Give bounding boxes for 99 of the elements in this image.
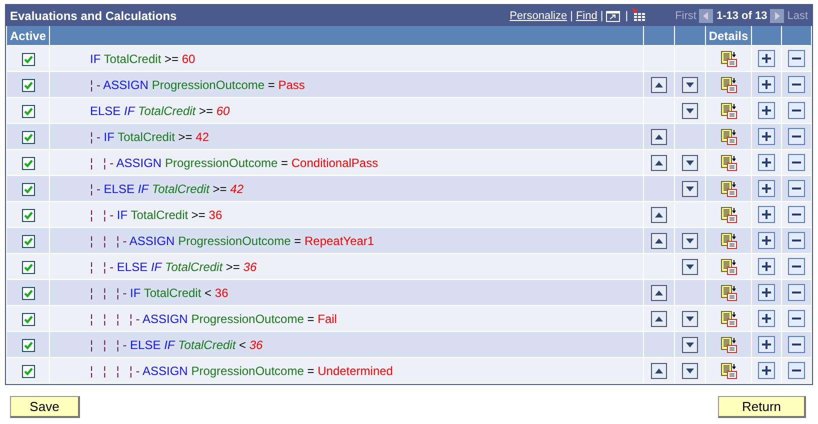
previous-page-icon bbox=[699, 8, 714, 22]
move-up-icon[interactable] bbox=[651, 310, 667, 326]
active-checkbox[interactable] bbox=[22, 52, 34, 66]
rule-expression: ¦ ¦ ¦ - ELSE IF TotalCredit < 36 bbox=[50, 332, 644, 358]
add-row-icon[interactable] bbox=[758, 76, 775, 93]
add-row-icon[interactable] bbox=[758, 180, 775, 197]
first-label: First bbox=[675, 10, 696, 22]
move-up-icon[interactable] bbox=[651, 154, 667, 170]
add-row-icon[interactable] bbox=[758, 232, 775, 249]
rule-expression: ¦ ¦ ¦ ¦ - ASSIGN ProgressionOutcome = Undetermined bbox=[50, 358, 644, 384]
delete-row-icon[interactable] bbox=[788, 310, 805, 327]
separator: | bbox=[570, 10, 573, 22]
rule-expression: ¦ ¦ - ASSIGN ProgressionOutcome = ConditionalPass bbox=[50, 150, 644, 176]
rule-expression: ELSE IF TotalCredit >= 60 bbox=[50, 98, 644, 124]
details-icon[interactable] bbox=[720, 336, 738, 354]
active-checkbox[interactable] bbox=[22, 130, 34, 144]
details-icon[interactable] bbox=[720, 258, 738, 276]
download-grid-icon[interactable] bbox=[631, 8, 648, 24]
move-down-icon[interactable] bbox=[682, 336, 698, 352]
move-down-icon[interactable] bbox=[682, 102, 698, 118]
rule-expression: ¦ ¦ - ELSE IF TotalCredit >= 36 bbox=[50, 254, 644, 280]
add-row-icon[interactable] bbox=[758, 154, 775, 171]
add-row-icon[interactable] bbox=[758, 206, 775, 223]
move-up-icon[interactable] bbox=[651, 76, 667, 92]
rule-expression: ¦ ¦ ¦ - ASSIGN ProgressionOutcome = RepeatYear1 bbox=[50, 228, 644, 254]
add-row-icon[interactable] bbox=[758, 310, 775, 327]
save-button[interactable]: Save bbox=[10, 396, 80, 418]
rule-expression: ¦ - ELSE IF TotalCredit >= 42 bbox=[50, 176, 644, 202]
new-window-icon[interactable] bbox=[606, 8, 622, 22]
move-up-icon[interactable] bbox=[651, 284, 667, 300]
delete-row-icon[interactable] bbox=[788, 258, 805, 275]
rule-expression: ¦ - ASSIGN ProgressionOutcome = Pass bbox=[50, 72, 644, 98]
active-checkbox[interactable] bbox=[22, 338, 34, 352]
delete-row-icon[interactable] bbox=[788, 76, 805, 93]
separator: | bbox=[625, 10, 628, 22]
details-icon[interactable] bbox=[720, 154, 738, 172]
move-up-icon[interactable] bbox=[651, 128, 667, 144]
add-row-icon[interactable] bbox=[758, 102, 775, 119]
delete-row-icon[interactable] bbox=[788, 336, 805, 353]
page-range: 1-13 of 13 bbox=[716, 10, 768, 22]
active-checkbox[interactable] bbox=[22, 260, 34, 274]
delete-row-icon[interactable] bbox=[788, 362, 805, 379]
details-icon[interactable] bbox=[720, 128, 738, 146]
details-icon[interactable] bbox=[720, 50, 738, 68]
add-row-icon[interactable] bbox=[758, 336, 775, 353]
details-icon[interactable] bbox=[720, 362, 738, 380]
column-header: Active bbox=[6, 26, 50, 46]
active-checkbox[interactable] bbox=[22, 286, 34, 300]
rule-expression: ¦ ¦ - IF TotalCredit >= 36 bbox=[50, 202, 644, 228]
rule-expression: IF TotalCredit >= 60 bbox=[50, 46, 644, 72]
delete-row-icon[interactable] bbox=[788, 128, 805, 145]
active-checkbox[interactable] bbox=[22, 234, 34, 248]
grid-title: Evaluations and Calculations bbox=[10, 8, 177, 22]
move-up-icon[interactable] bbox=[651, 206, 667, 222]
move-up-icon[interactable] bbox=[651, 362, 667, 378]
details-icon[interactable] bbox=[720, 180, 738, 198]
move-up-icon[interactable] bbox=[651, 232, 667, 248]
active-checkbox[interactable] bbox=[22, 156, 34, 170]
rule-expression: ¦ ¦ ¦ ¦ - ASSIGN ProgressionOutcome = Fail bbox=[50, 306, 644, 332]
move-down-icon[interactable] bbox=[682, 362, 698, 378]
delete-row-icon[interactable] bbox=[788, 206, 805, 223]
details-icon[interactable] bbox=[720, 284, 738, 302]
return-button[interactable]: Return bbox=[718, 396, 806, 418]
add-row-icon[interactable] bbox=[758, 362, 775, 379]
next-page-icon bbox=[770, 8, 784, 22]
delete-row-icon[interactable] bbox=[788, 232, 805, 249]
delete-row-icon[interactable] bbox=[788, 284, 805, 301]
delete-row-icon[interactable] bbox=[788, 180, 805, 197]
details-icon[interactable] bbox=[720, 76, 738, 94]
details-icon[interactable] bbox=[720, 102, 738, 120]
active-checkbox[interactable] bbox=[22, 364, 34, 378]
active-checkbox[interactable] bbox=[22, 104, 34, 118]
add-row-icon[interactable] bbox=[758, 50, 775, 67]
add-row-icon[interactable] bbox=[758, 284, 775, 301]
details-icon[interactable] bbox=[720, 232, 738, 250]
last-label: Last bbox=[787, 10, 808, 22]
rule-expression: ¦ ¦ ¦ - IF TotalCredit < 36 bbox=[50, 280, 644, 306]
active-checkbox[interactable] bbox=[22, 182, 34, 196]
move-down-icon[interactable] bbox=[682, 154, 698, 170]
details-icon[interactable] bbox=[720, 206, 738, 224]
toolbar-link[interactable]: Find bbox=[576, 10, 598, 22]
rule-expression: ¦ - IF TotalCredit >= 42 bbox=[50, 124, 644, 150]
delete-row-icon[interactable] bbox=[788, 102, 805, 119]
move-down-icon[interactable] bbox=[682, 180, 698, 196]
delete-row-icon[interactable] bbox=[788, 154, 805, 171]
active-checkbox[interactable] bbox=[22, 208, 34, 222]
column-header: Details bbox=[706, 26, 752, 46]
move-down-icon[interactable] bbox=[682, 310, 698, 326]
add-row-icon[interactable] bbox=[758, 258, 775, 275]
delete-row-icon[interactable] bbox=[788, 50, 805, 67]
details-icon[interactable] bbox=[720, 310, 738, 328]
add-row-icon[interactable] bbox=[758, 128, 775, 145]
active-checkbox[interactable] bbox=[22, 312, 34, 326]
move-down-icon[interactable] bbox=[682, 76, 698, 92]
move-down-icon[interactable] bbox=[682, 232, 698, 248]
separator: | bbox=[600, 10, 604, 22]
move-down-icon[interactable] bbox=[682, 258, 698, 274]
toolbar-link[interactable]: Personalize bbox=[510, 10, 568, 22]
active-checkbox[interactable] bbox=[22, 78, 34, 92]
